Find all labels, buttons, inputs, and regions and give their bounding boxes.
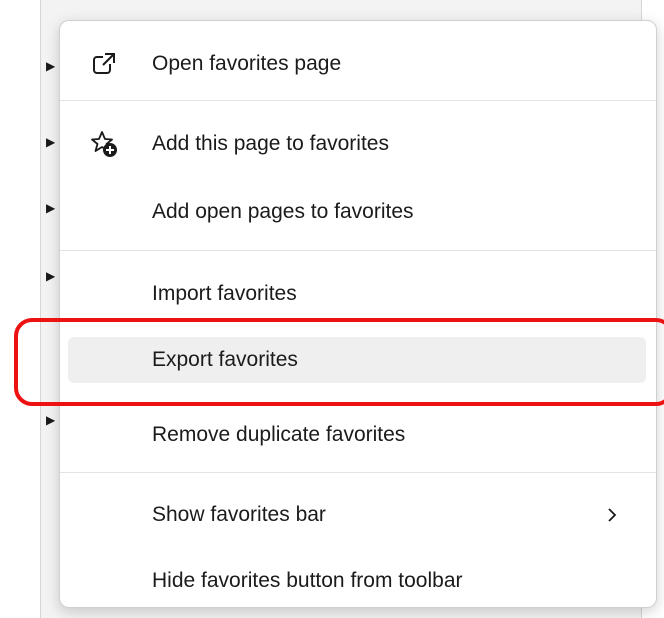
menu-item-hide-favorites-button[interactable]: Hide favorites button from toolbar [68,558,646,604]
menu-divider [60,100,656,101]
menu-item-label: Import favorites [152,282,297,305]
tree-expander-icon: ▶ [46,413,56,427]
menu-item-import-favorites[interactable]: Import favorites [68,271,646,317]
tree-expander-icon: ▶ [46,269,56,283]
menu-item-label: Open favorites page [152,52,342,75]
menu-item-label: Export favorites [152,348,298,371]
star-add-icon [90,130,118,158]
menu-divider [60,250,656,251]
menu-item-label: Show favorites bar [152,503,326,526]
menu-item-show-favorites-bar[interactable]: Show favorites bar [68,492,646,538]
chevron-right-icon [604,503,620,527]
tree-expander-icon: ▶ [46,201,56,215]
favorites-context-menu: Open favorites page Add this page to fav… [59,20,657,608]
menu-item-label: Add this page to favorites [152,132,389,155]
menu-item-label: Remove duplicate favorites [152,423,406,446]
open-external-icon [90,50,118,78]
menu-item-label: Add open pages to favorites [152,200,414,223]
tree-expander-icon: ▶ [46,135,56,149]
menu-item-open-favorites-page[interactable]: Open favorites page [68,41,646,87]
menu-divider [60,472,656,473]
menu-item-label: Hide favorites button from toolbar [152,569,463,592]
tree-expander-icon: ▶ [46,59,56,73]
menu-item-remove-duplicates[interactable]: Remove duplicate favorites [68,412,646,458]
menu-item-add-this-page[interactable]: Add this page to favorites [68,121,646,167]
menu-item-export-favorites[interactable]: Export favorites [68,337,646,383]
menu-item-add-open-pages[interactable]: Add open pages to favorites [68,189,646,235]
